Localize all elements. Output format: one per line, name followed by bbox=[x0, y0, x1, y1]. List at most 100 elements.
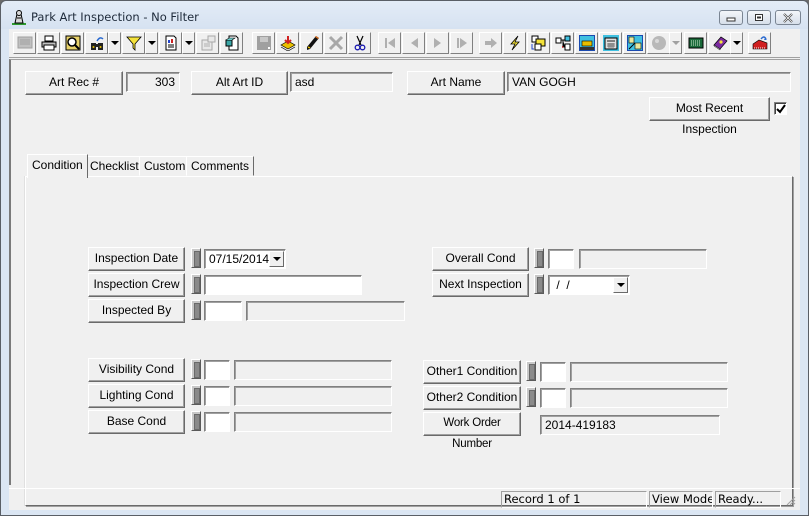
equipment-icon bbox=[578, 35, 595, 51]
other2-condition-code-field[interactable] bbox=[540, 388, 566, 408]
lighting-cond-code-field[interactable] bbox=[204, 386, 230, 406]
overall-cond-button[interactable]: Overall Cond bbox=[432, 247, 529, 271]
inspection-crew-grip bbox=[191, 274, 201, 294]
inspection-date-combo[interactable]: 07/15/2014 bbox=[204, 249, 286, 269]
report-button[interactable] bbox=[159, 32, 182, 54]
save-icon bbox=[256, 36, 271, 50]
art-rec-button[interactable]: Art Rec # bbox=[25, 71, 123, 95]
art-name-field[interactable]: VAN GOGH bbox=[507, 72, 791, 92]
record-form: Art Rec # 303 Alt Art ID asd Art Name VA… bbox=[9, 59, 800, 506]
other1-condition-description-field bbox=[570, 362, 728, 382]
tab-checklist[interactable]: Checklist bbox=[85, 156, 144, 176]
condition-tab-panel: Inspection Date 07/15/2014 Inspection Cr… bbox=[25, 176, 793, 506]
last-record-button[interactable] bbox=[450, 32, 473, 54]
lighting-cond-description-field bbox=[234, 386, 392, 406]
properties-button[interactable] bbox=[196, 32, 219, 54]
calculator-button[interactable] bbox=[599, 32, 622, 54]
art-name-button[interactable]: Art Name bbox=[407, 71, 505, 95]
gis-dropdown[interactable] bbox=[669, 32, 682, 54]
screen-button[interactable] bbox=[13, 32, 36, 54]
maximize-button[interactable] bbox=[747, 10, 771, 25]
help-book-button[interactable] bbox=[708, 32, 731, 54]
other1-condition-button[interactable]: Other1 Condition bbox=[423, 360, 521, 384]
visibility-cond-button[interactable]: Visibility Cond bbox=[88, 358, 185, 382]
alt-art-id-button[interactable]: Alt Art ID bbox=[191, 71, 288, 95]
inspected-by-code-field[interactable] bbox=[204, 301, 242, 321]
previous-record-button[interactable] bbox=[402, 32, 425, 54]
other1-condition-code-field[interactable] bbox=[540, 362, 566, 382]
work-order-number-button[interactable]: Work Order Number bbox=[423, 412, 521, 450]
minimize-icon bbox=[726, 17, 736, 22]
inspection-crew-button[interactable]: Inspection Crew bbox=[88, 273, 185, 297]
find-dropdown[interactable] bbox=[108, 32, 121, 54]
delete-button[interactable] bbox=[324, 32, 347, 54]
filter-dropdown[interactable] bbox=[145, 32, 158, 54]
print-button[interactable] bbox=[37, 32, 60, 54]
hierarchy-button[interactable] bbox=[551, 32, 574, 54]
tab-custom[interactable]: Custom bbox=[139, 156, 191, 176]
edit-button[interactable] bbox=[300, 32, 323, 54]
filter-icon bbox=[125, 36, 142, 51]
base-cond-description-field bbox=[234, 412, 392, 432]
base-cond-button[interactable]: Base Cond bbox=[88, 410, 185, 434]
next-inspection-button[interactable]: Next Inspection bbox=[432, 273, 529, 297]
other2-condition-button[interactable]: Other2 Condition bbox=[423, 386, 521, 410]
save-button[interactable] bbox=[252, 32, 275, 54]
report-icon bbox=[165, 35, 176, 51]
resize-grip-icon[interactable] bbox=[784, 494, 796, 506]
tab-comments[interactable]: Comments bbox=[186, 156, 255, 176]
gis-icon bbox=[651, 36, 666, 50]
other1-condition-grip bbox=[526, 361, 536, 381]
visibility-cond-code-field[interactable] bbox=[204, 360, 230, 380]
first-record-button[interactable] bbox=[378, 32, 401, 54]
most-recent-inspection-button[interactable]: Most Recent Inspection bbox=[649, 97, 770, 136]
go-to-button[interactable] bbox=[479, 32, 502, 54]
copy-record-button[interactable] bbox=[220, 32, 243, 54]
visibility-cond-description-field bbox=[234, 360, 392, 380]
next-inspection-value: / / bbox=[553, 278, 570, 292]
lightning-button[interactable] bbox=[503, 32, 526, 54]
tab-condition[interactable]: Condition bbox=[27, 154, 88, 178]
find-button[interactable] bbox=[85, 32, 108, 54]
visibility-cond-grip bbox=[191, 359, 201, 379]
print-icon bbox=[41, 35, 56, 51]
next-inspection-grip bbox=[534, 274, 544, 294]
close-button[interactable] bbox=[775, 10, 801, 25]
next-inspection-dropdown-icon[interactable] bbox=[613, 277, 628, 293]
previous-record-icon bbox=[410, 38, 418, 48]
workflow-button[interactable] bbox=[527, 32, 550, 54]
find-icon bbox=[90, 37, 104, 50]
work-order-number-field[interactable]: 2014-419183 bbox=[540, 415, 720, 435]
app-window: Park Art Inspection - No Filter Art Rec … bbox=[0, 0, 809, 516]
base-cond-code-field[interactable] bbox=[204, 412, 230, 432]
inspection-crew-field[interactable] bbox=[204, 275, 362, 295]
other2-condition-description-field bbox=[570, 388, 728, 408]
other2-condition-grip bbox=[526, 387, 536, 407]
inspection-date-button[interactable]: Inspection Date bbox=[88, 247, 185, 271]
alt-art-id-field[interactable]: asd bbox=[290, 72, 393, 92]
most-recent-inspection-checkbox[interactable] bbox=[774, 102, 787, 115]
report-dropdown[interactable] bbox=[182, 32, 195, 54]
cut-button[interactable] bbox=[348, 32, 371, 54]
help-dropdown[interactable] bbox=[730, 32, 743, 54]
exit-button[interactable] bbox=[748, 32, 771, 54]
next-inspection-combo[interactable]: / / bbox=[548, 275, 630, 295]
minimize-button[interactable] bbox=[719, 10, 743, 25]
art-rec-field[interactable]: 303 bbox=[126, 72, 180, 92]
import-button[interactable] bbox=[276, 32, 299, 54]
inspected-by-button[interactable]: Inspected By bbox=[88, 299, 185, 323]
next-record-button[interactable] bbox=[426, 32, 449, 54]
equipment-button[interactable] bbox=[575, 32, 598, 54]
inspection-date-dropdown-icon[interactable] bbox=[269, 251, 284, 267]
gis-button[interactable] bbox=[647, 32, 670, 54]
print-preview-button[interactable] bbox=[61, 32, 84, 54]
status-bar: Record 1 of 1 View Mode Ready... bbox=[9, 488, 800, 510]
keyboard-button[interactable] bbox=[684, 32, 707, 54]
map-icon bbox=[626, 35, 643, 51]
client-area: Art Rec # 303 Alt Art ID asd Art Name VA… bbox=[9, 29, 800, 510]
overall-cond-code-field[interactable] bbox=[548, 249, 574, 269]
last-record-icon bbox=[456, 38, 467, 48]
filter-button[interactable] bbox=[122, 32, 145, 54]
lighting-cond-button[interactable]: Lighting Cond bbox=[88, 384, 185, 408]
map-button[interactable] bbox=[623, 32, 646, 54]
